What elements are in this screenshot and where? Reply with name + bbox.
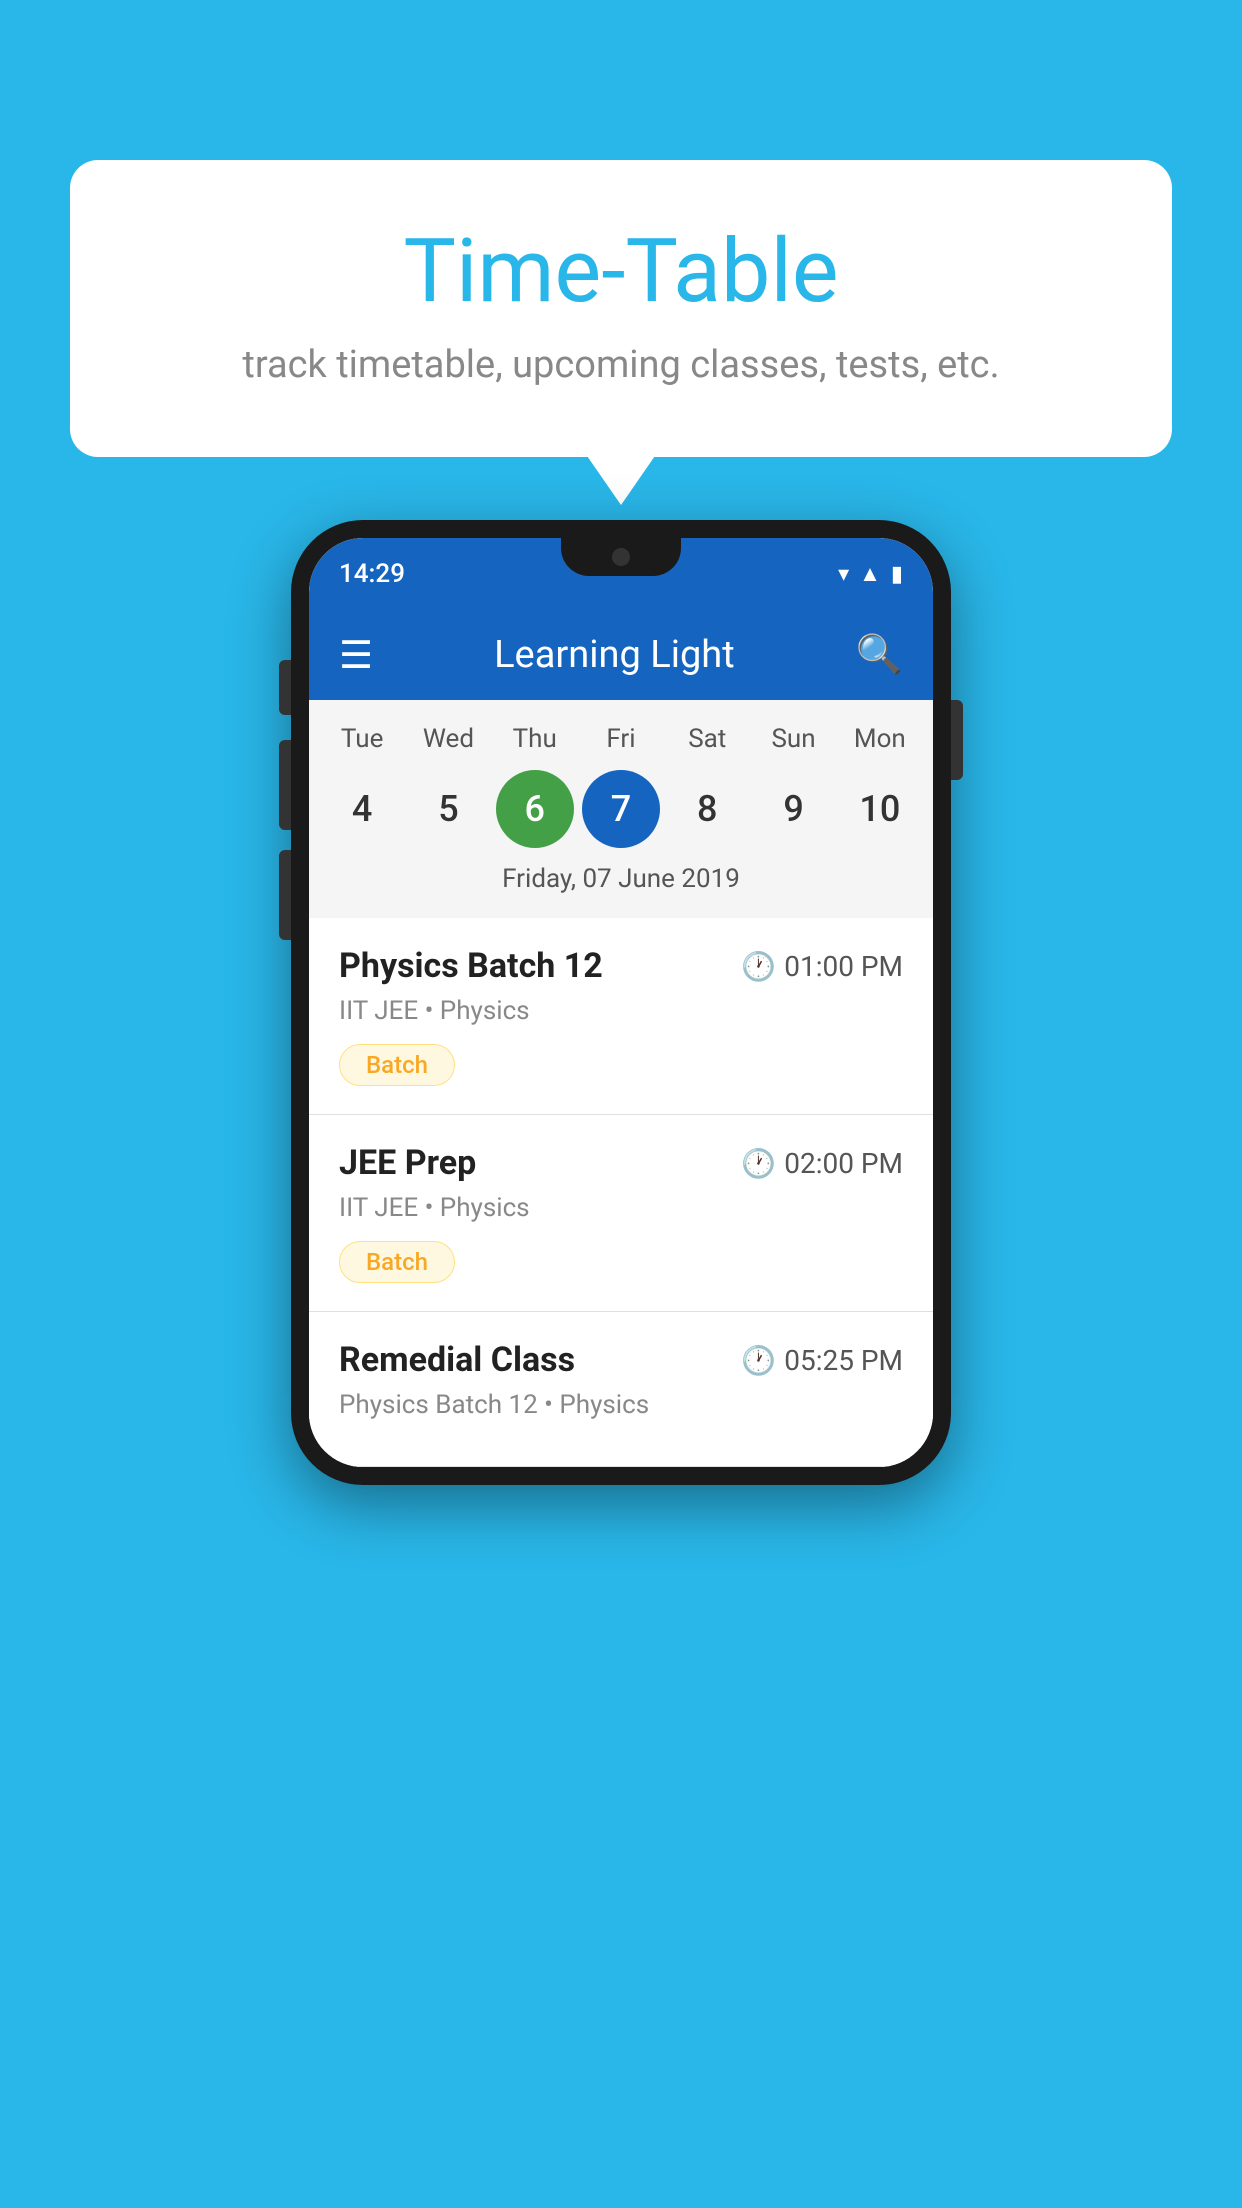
day-header-mon: Mon xyxy=(841,724,919,754)
day-header-sat: Sat xyxy=(668,724,746,754)
day-numbers: 4 5 6 7 8 9 10 xyxy=(309,770,933,848)
day-header-wed: Wed xyxy=(409,724,487,754)
class-time-3: 🕐 05:25 PM xyxy=(741,1344,903,1377)
power-button xyxy=(951,700,963,780)
day-header-fri: Fri xyxy=(582,724,660,754)
day-10[interactable]: 10 xyxy=(841,770,919,848)
class-time-2: 🕐 02:00 PM xyxy=(741,1147,903,1180)
speech-bubble-container: Time-Table track timetable, upcoming cla… xyxy=(70,160,1172,457)
day-4[interactable]: 4 xyxy=(323,770,401,848)
phone-screen: 14:29 ▾ ▲ ▮ ☰ Learning Light 🔍 Tue xyxy=(309,538,933,1467)
notch xyxy=(561,538,681,576)
volume-up-button xyxy=(279,660,291,715)
bubble-title: Time-Table xyxy=(150,220,1092,323)
battery-icon: ▮ xyxy=(891,562,903,587)
search-icon[interactable]: 🔍 xyxy=(856,633,903,677)
bubble-subtitle: track timetable, upcoming classes, tests… xyxy=(150,343,1092,387)
app-bar-title: Learning Light xyxy=(494,633,735,677)
class-name-2: JEE Prep xyxy=(339,1143,476,1183)
class-list: Physics Batch 12 🕐 01:00 PM IIT JEE • Ph… xyxy=(309,918,933,1467)
day-header-sun: Sun xyxy=(755,724,833,754)
volume-down-button xyxy=(279,740,291,830)
class-item-header-1: Physics Batch 12 🕐 01:00 PM xyxy=(339,946,903,986)
status-bar: 14:29 ▾ ▲ ▮ xyxy=(309,538,933,610)
class-time-1: 🕐 01:00 PM xyxy=(741,950,903,983)
clock-icon-2: 🕐 xyxy=(741,1147,776,1180)
day-7-selected[interactable]: 7 xyxy=(582,770,660,848)
status-icons: ▾ ▲ ▮ xyxy=(838,561,903,587)
day-headers: Tue Wed Thu Fri Sat Sun Mon xyxy=(309,724,933,754)
class-name-3: Remedial Class xyxy=(339,1340,575,1380)
silent-button xyxy=(279,850,291,940)
class-item-1[interactable]: Physics Batch 12 🕐 01:00 PM IIT JEE • Ph… xyxy=(309,918,933,1115)
front-camera xyxy=(612,548,630,566)
clock-icon-1: 🕐 xyxy=(741,950,776,983)
class-subtitle-3: Physics Batch 12 • Physics xyxy=(339,1390,903,1420)
batch-badge-2: Batch xyxy=(339,1241,455,1283)
day-header-tue: Tue xyxy=(323,724,401,754)
app-bar: ☰ Learning Light 🔍 xyxy=(309,610,933,700)
signal-icon: ▲ xyxy=(859,561,881,587)
class-item-3[interactable]: Remedial Class 🕐 05:25 PM Physics Batch … xyxy=(309,1312,933,1467)
day-8[interactable]: 8 xyxy=(668,770,746,848)
class-subtitle-2: IIT JEE • Physics xyxy=(339,1193,903,1223)
class-item-header-3: Remedial Class 🕐 05:25 PM xyxy=(339,1340,903,1380)
calendar-strip: Tue Wed Thu Fri Sat Sun Mon 4 5 6 7 8 9 … xyxy=(309,700,933,918)
day-6-today[interactable]: 6 xyxy=(496,770,574,848)
wifi-icon: ▾ xyxy=(838,562,849,587)
status-time: 14:29 xyxy=(339,559,405,589)
hamburger-menu-icon[interactable]: ☰ xyxy=(339,633,373,678)
speech-bubble: Time-Table track timetable, upcoming cla… xyxy=(70,160,1172,457)
class-item-header-2: JEE Prep 🕐 02:00 PM xyxy=(339,1143,903,1183)
day-header-thu: Thu xyxy=(496,724,574,754)
class-name-1: Physics Batch 12 xyxy=(339,946,603,986)
day-5[interactable]: 5 xyxy=(409,770,487,848)
selected-date-label: Friday, 07 June 2019 xyxy=(309,864,933,908)
clock-icon-3: 🕐 xyxy=(741,1344,776,1377)
batch-badge-1: Batch xyxy=(339,1044,455,1086)
class-subtitle-1: IIT JEE • Physics xyxy=(339,996,903,1026)
phone-mockup: 14:29 ▾ ▲ ▮ ☰ Learning Light 🔍 Tue xyxy=(291,520,951,1485)
phone-outer-shell: 14:29 ▾ ▲ ▮ ☰ Learning Light 🔍 Tue xyxy=(291,520,951,1485)
day-9[interactable]: 9 xyxy=(755,770,833,848)
class-item-2[interactable]: JEE Prep 🕐 02:00 PM IIT JEE • Physics Ba… xyxy=(309,1115,933,1312)
